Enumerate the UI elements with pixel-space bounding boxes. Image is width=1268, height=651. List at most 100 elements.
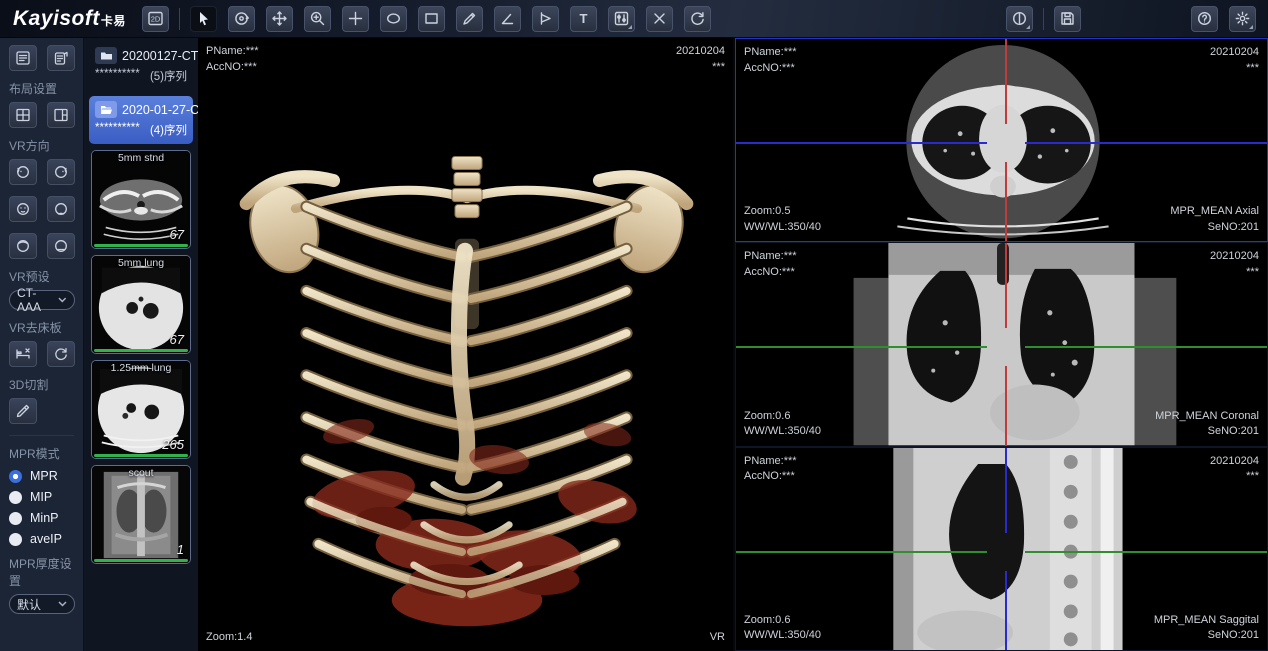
- vr-head-left-button[interactable]: [9, 159, 37, 185]
- axial-crosshair-vertical-top[interactable]: [1005, 39, 1007, 124]
- series-thumbnail-5mm-lung[interactable]: 5mm lung 67: [91, 255, 191, 354]
- axial-crosshair-vertical-bottom[interactable]: [1005, 162, 1007, 241]
- axial-crosshair-horizontal-left[interactable]: [736, 142, 987, 144]
- invert-contrast-button[interactable]: [1006, 6, 1033, 32]
- thumb-image-count: 67: [170, 227, 184, 242]
- vr-overlay-top-right: 20210204 ***: [676, 44, 725, 75]
- vr-viewport[interactable]: PName:*** AccNO:*** 20210204 *** Zoom:1.…: [198, 38, 735, 651]
- mpr-overlay-bottom-right: MPR_MEAN Saggital SeNO:201: [1154, 613, 1259, 644]
- invert-contrast-icon: [1011, 10, 1028, 27]
- radio-label: aveIP: [30, 532, 62, 546]
- sagittal-crosshair-vertical-bottom[interactable]: [1005, 571, 1007, 650]
- render-mode-label: VR: [710, 630, 725, 646]
- mpr-overlay-top-left: PName:*** AccNO:***: [744, 45, 797, 76]
- vr-head-top-button[interactable]: [9, 233, 37, 259]
- text-annotate-button[interactable]: T: [570, 6, 597, 32]
- toolbar-group-actions: [1006, 6, 1033, 32]
- patient-name-masked: PName:***: [206, 44, 259, 60]
- patient-name-masked: PName:***: [744, 454, 797, 470]
- zoom-factor: Zoom:1.4: [206, 630, 252, 646]
- accession-number-masked: AccNO:***: [744, 469, 797, 485]
- mpr-mode-radio-aveip[interactable]: aveIP: [9, 532, 74, 546]
- cursor-icon: [195, 10, 212, 27]
- window-width-level: WW/WL:350/40: [744, 424, 821, 440]
- head-left-icon: [15, 164, 31, 180]
- mpr-mode-radio-mip[interactable]: MIP: [9, 490, 74, 504]
- coronal-crosshair-horizontal-right[interactable]: [1025, 346, 1267, 348]
- mpr-sagittal-viewport[interactable]: PName:*** AccNO:*** 20210204 *** Zoom:0.…: [735, 447, 1268, 651]
- save-button[interactable]: [1054, 6, 1081, 32]
- mpr-thickness-dropdown[interactable]: 默认: [9, 594, 75, 614]
- scout-thumb-image: [92, 466, 190, 563]
- mpr-mode-radio-minp[interactable]: MinP: [9, 511, 74, 525]
- study-header-2-selected[interactable]: 2020-01-27-CT ********** (4)序列: [89, 96, 193, 144]
- radio-label: MPR: [30, 469, 58, 483]
- split-layout-button[interactable]: [47, 102, 75, 128]
- mpr-overlay-bottom-left: Zoom:0.5 WW/WL:350/40: [744, 204, 821, 235]
- masked-value: ***: [1210, 469, 1259, 485]
- angle-measure-button[interactable]: [494, 6, 521, 32]
- sagittal-crosshair-horizontal-left[interactable]: [736, 551, 987, 553]
- coronal-crosshair-vertical-top[interactable]: [1005, 243, 1007, 328]
- mpr-overlay-bottom-left: Zoom:0.6 WW/WL:350/40: [744, 409, 821, 440]
- series-list-button[interactable]: [9, 45, 37, 71]
- vr-head-front-button[interactable]: [9, 196, 37, 222]
- vr-head-back-button[interactable]: [47, 196, 75, 222]
- zoom-in-tool-button[interactable]: [304, 6, 331, 32]
- vr-ribcage-render: [198, 38, 733, 651]
- pan-tool-button[interactable]: [266, 6, 293, 32]
- cobb-angle-button[interactable]: [532, 6, 559, 32]
- series-thumbnail-scout[interactable]: scout 1: [91, 465, 191, 564]
- crosshair-locator-button[interactable]: [342, 6, 369, 32]
- reset-view-button[interactable]: [684, 6, 711, 32]
- left-tool-sidebar: 布局设置 VR方向: [0, 38, 84, 651]
- vr-head-right-button[interactable]: [47, 159, 75, 185]
- mpr-overlay-top-left: PName:*** AccNO:***: [744, 249, 797, 280]
- 2d-image-mode-button[interactable]: 2D: [142, 6, 169, 32]
- scalpel-button[interactable]: [9, 398, 37, 424]
- sagittal-crosshair-horizontal-right[interactable]: [1025, 551, 1267, 553]
- reset-bed-button[interactable]: [47, 341, 75, 367]
- thumb-image-count: 265: [162, 437, 184, 452]
- svg-text:T: T: [579, 11, 587, 26]
- rect-roi-button[interactable]: [418, 6, 445, 32]
- orbit-rotate-tool-button[interactable]: [228, 6, 255, 32]
- reset-icon: [689, 10, 706, 27]
- main-content: 布局设置 VR方向: [0, 38, 1268, 651]
- series-thumbnail-125mm-lung[interactable]: 1.25mm lung 265: [91, 360, 191, 459]
- axial-crosshair-horizontal-right[interactable]: [1025, 142, 1267, 144]
- remove-bed-button[interactable]: [9, 341, 37, 367]
- cursor-tool-button[interactable]: [190, 6, 217, 32]
- vr-bed-label: VR去床板: [9, 319, 74, 336]
- mpr-coronal-viewport[interactable]: PName:*** AccNO:*** 20210204 *** Zoom:0.…: [735, 242, 1268, 446]
- vr-head-bottom-button[interactable]: [47, 233, 75, 259]
- study-header-1[interactable]: 20200127-CT ********** (5)序列: [89, 42, 193, 90]
- settings-button[interactable]: [1229, 6, 1256, 32]
- mpr-overlay-bottom-right: MPR_MEAN Coronal SeNO:201: [1155, 409, 1259, 440]
- report-button[interactable]: [47, 45, 75, 71]
- remove-bed-icon: [15, 346, 31, 362]
- help-button[interactable]: [1191, 6, 1218, 32]
- series-thumbnail-5mm-stnd[interactable]: 5mm stnd 67: [91, 150, 191, 249]
- vr-preset-dropdown[interactable]: CT-AAA: [9, 290, 75, 310]
- window-level-button[interactable]: [608, 6, 635, 32]
- ellipse-roi-button[interactable]: [380, 6, 407, 32]
- thumb-image-count: 1: [177, 542, 184, 557]
- radio-icon: [9, 512, 22, 525]
- chevron-down-icon: [58, 297, 67, 303]
- toolbar-divider: [179, 8, 180, 30]
- series-label: MPR_MEAN Saggital: [1154, 613, 1259, 629]
- masked-value: ***: [676, 60, 725, 76]
- mpr-axial-viewport[interactable]: PName:*** AccNO:*** 20210204 *** Zoom:0.…: [735, 38, 1268, 242]
- scalpel-icon: [15, 403, 31, 419]
- coronal-crosshair-horizontal-left[interactable]: [736, 346, 987, 348]
- delete-annotation-button[interactable]: [646, 6, 673, 32]
- mpr-overlay-top-right: 20210204 ***: [1210, 249, 1259, 280]
- grid-layout-button[interactable]: [9, 102, 37, 128]
- coronal-crosshair-vertical-bottom[interactable]: [1005, 366, 1007, 445]
- sagittal-crosshair-vertical-top[interactable]: [1005, 448, 1007, 533]
- window-width-level: WW/WL:350/40: [744, 628, 821, 644]
- mpr-mode-radio-mpr[interactable]: MPR: [9, 469, 74, 483]
- pencil-measure-button[interactable]: [456, 6, 483, 32]
- image-2d-icon: 2D: [147, 10, 164, 27]
